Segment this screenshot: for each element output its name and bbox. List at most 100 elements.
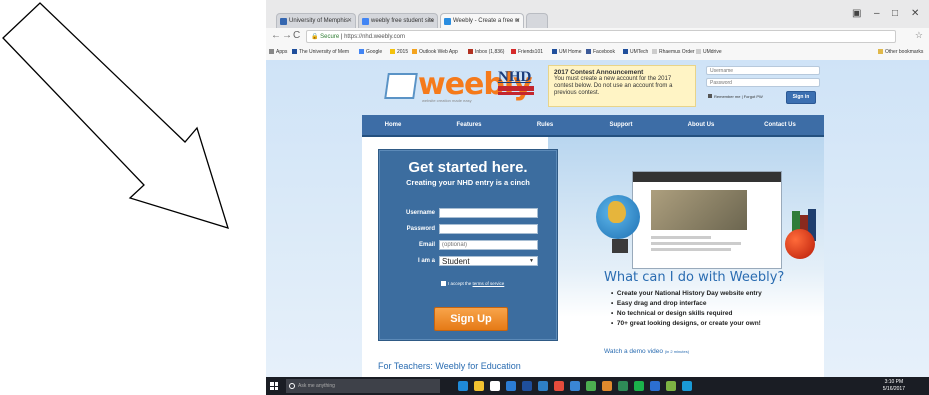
checkbox-icon [708,94,712,98]
list-item: • Create your National History Day websi… [611,290,762,297]
url-field[interactable]: 🔒 Secure | https://nhd.weebly.com [306,30,896,43]
close-icon[interactable]: ✕ [515,14,520,28]
tab-label: University of Memphis [289,18,349,24]
teachers-link[interactable]: For Teachers: Weebly for Education [378,361,521,371]
file-explorer-icon[interactable] [474,381,484,391]
email-label: Email [418,242,435,248]
tab-bar: University of Memphis ✕ weebly free stud… [266,0,929,28]
nhd-logo: NHD [498,70,534,102]
nav-contact-us[interactable]: Contact Us [736,115,824,135]
tab-3[interactable]: Weebly - Create a free w ✕ [440,13,524,28]
demo-video-link[interactable]: Watch a demo video (in 2 minutes) [604,348,689,355]
lock-icon: 🔒 [311,34,319,40]
bookmark-item[interactable]: Other bookmarks [878,49,923,55]
bookmark-item[interactable]: Apps [269,49,287,55]
bookmark-item[interactable]: UM Home [552,49,582,55]
terms-link[interactable]: terms of service [473,281,505,286]
app-icon[interactable] [586,381,596,391]
web-page: weebly website creation made easy NHD 20… [266,60,929,377]
arrow-annotation [2,2,229,229]
bookmark-item[interactable]: UMTech [623,49,648,55]
tab-label: weebly free student site [371,18,435,24]
favicon-icon [362,18,369,25]
bookmark-item[interactable]: Google [359,49,382,55]
nav-features[interactable]: Features [424,115,514,135]
url-text: https://nhd.weebly.com [344,34,405,40]
password-input[interactable] [439,224,538,234]
secure-label: Secure [320,34,340,40]
store-icon[interactable] [490,381,500,391]
login-form: Remember me | Forgot PW Sign in [704,64,824,108]
terms-checkbox[interactable]: I accept the terms of service [441,281,504,286]
favicon-icon [280,18,287,25]
app-icon[interactable] [666,381,676,391]
remember-me[interactable]: Remember me | Forgot PW [708,94,763,99]
close-icon[interactable]: ✕ [429,14,434,28]
close-window-icon[interactable]: ✕ [911,8,919,19]
bookmarks-bar: Apps The University of Mem Google 2015 O… [266,46,929,61]
sign-in-button[interactable]: Sign in [786,91,816,104]
bookmark-item[interactable]: Rhaemus Order [652,49,695,55]
star-icon[interactable]: ☆ [915,30,923,41]
word-icon[interactable] [506,381,516,391]
tab-1[interactable]: University of Memphis ✕ [276,13,356,28]
role-select[interactable]: Student ▼ [439,256,538,266]
forward-icon[interactable]: → [282,30,292,41]
bookmark-item[interactable]: Friends101 [511,49,543,55]
cortana-icon [289,383,295,389]
features-title: What can I do with Weebly? [604,270,785,285]
email-input[interactable] [439,240,538,250]
contest-body: You must create a new account for the 20… [554,76,673,96]
nav-rules[interactable]: Rules [514,115,576,135]
minimize-icon[interactable]: – [874,8,880,19]
windows-start-icon[interactable] [270,382,278,390]
chrome-icon[interactable] [554,381,564,391]
hero-section: Get started here. Creating your NHD entr… [362,137,824,377]
dropdown-arrow-icon: ▼ [529,258,534,264]
username-input[interactable] [439,208,538,218]
nav-support[interactable]: Support [576,115,666,135]
main-nav: Home Features Rules Support About Us Con… [362,115,824,137]
bookmark-item[interactable]: UMdrive [696,49,722,55]
new-tab-button[interactable] [526,13,548,28]
reload-icon[interactable]: C [293,30,300,41]
app-icon[interactable] [570,381,580,391]
close-icon[interactable]: ✕ [347,14,352,28]
list-item: • Easy drag and drop interface [611,300,707,307]
maximize-icon[interactable]: □ [892,8,898,19]
bookmark-item[interactable]: Outlook Web App [412,49,458,55]
sign-up-button[interactable]: Sign Up [434,307,508,331]
nav-about-us[interactable]: About Us [666,115,736,135]
account-icon[interactable]: ▣ [852,8,861,19]
app-icon[interactable] [602,381,612,391]
bookmark-item[interactable]: The University of Mem [292,49,349,55]
clock[interactable]: 3:10 PM 5/16/2017 [883,379,905,393]
login-username-input[interactable] [706,66,820,75]
login-password-input[interactable] [706,78,820,87]
contest-title: 2017 Contest Announcement [554,69,644,76]
back-icon[interactable]: ← [271,30,281,41]
bookmark-item[interactable]: Inbox (1,836) [468,49,504,55]
app-icon[interactable] [618,381,628,391]
app-icon[interactable] [650,381,660,391]
bookmark-item[interactable]: Facebook [586,49,615,55]
app-icon[interactable] [538,381,548,391]
tab-2[interactable]: weebly free student site ✕ [358,13,438,28]
signup-title: Get started here. [408,159,528,176]
address-bar-row: ← → C 🔒 Secure | https://nhd.weebly.com … [266,28,929,47]
apple-image [785,229,815,259]
checkbox-icon [441,281,446,286]
outlook-icon[interactable] [522,381,532,391]
username-label: Username [405,210,435,216]
signup-subtitle: Creating your NHD entry is a cinch [406,178,530,187]
role-value: Student [442,257,470,266]
app-icon[interactable] [634,381,644,391]
taskbar: Ask me anything 3:10 PM 5/16/2017 [266,377,929,395]
edge-icon[interactable] [458,381,468,391]
bookmark-item[interactable]: 2015 [390,49,408,55]
signup-panel: Get started here. Creating your NHD entr… [378,149,558,341]
nav-home[interactable]: Home [362,115,424,135]
favicon-icon [444,18,451,25]
taskbar-search[interactable]: Ask me anything [286,379,440,393]
app-icon[interactable] [682,381,692,391]
